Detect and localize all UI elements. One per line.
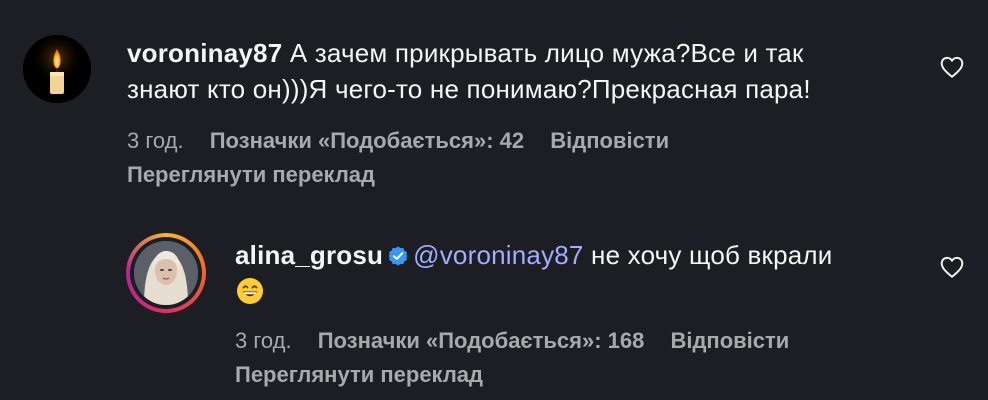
- user-avatar[interactable]: [23, 35, 91, 103]
- user-avatar[interactable]: [126, 233, 206, 313]
- comment-meta: 3 год. Позначки «Подобається»: 42 Відпов…: [127, 128, 689, 154]
- comment-meta: 3 год. Позначки «Подобається»: 168 Відпо…: [235, 328, 809, 354]
- reply-button[interactable]: Відповісти: [550, 128, 669, 153]
- candle-icon: [23, 35, 91, 103]
- reply-button[interactable]: Відповісти: [670, 328, 789, 353]
- comment-text-line1: А зачем прикрывать лицо мужа?Все и так: [289, 38, 804, 68]
- comment-text: alina_grosu @voroninay87 не хочу щоб вкр…: [235, 237, 935, 309]
- profile-photo: [134, 241, 198, 305]
- mention-link[interactable]: @voroninay87: [413, 240, 583, 270]
- profile-photo-image: [134, 241, 198, 305]
- verified-badge-icon: [388, 246, 408, 266]
- timestamp: 3 год.: [235, 328, 292, 353]
- username-link[interactable]: alina_grosu: [235, 240, 383, 270]
- heart-icon[interactable]: [939, 54, 965, 80]
- timestamp: 3 год.: [127, 128, 184, 153]
- username-link[interactable]: voroninay87: [127, 38, 282, 68]
- grinning-face-icon: [237, 278, 263, 304]
- comment-text-body: не хочу щоб вкрали: [591, 240, 833, 270]
- see-translation-button[interactable]: Переглянути переклад: [235, 362, 483, 388]
- comment-text-line2: знают кто он)))Я чего-то не понимаю?Прек…: [127, 74, 811, 104]
- likes-count-link[interactable]: Позначки «Подобається»: 168: [318, 328, 645, 353]
- likes-count-link[interactable]: Позначки «Подобається»: 42: [210, 128, 524, 153]
- heart-icon[interactable]: [939, 254, 965, 280]
- comment-text: voroninay87 А зачем прикрывать лицо мужа…: [127, 35, 927, 107]
- see-translation-button[interactable]: Переглянути переклад: [127, 162, 375, 188]
